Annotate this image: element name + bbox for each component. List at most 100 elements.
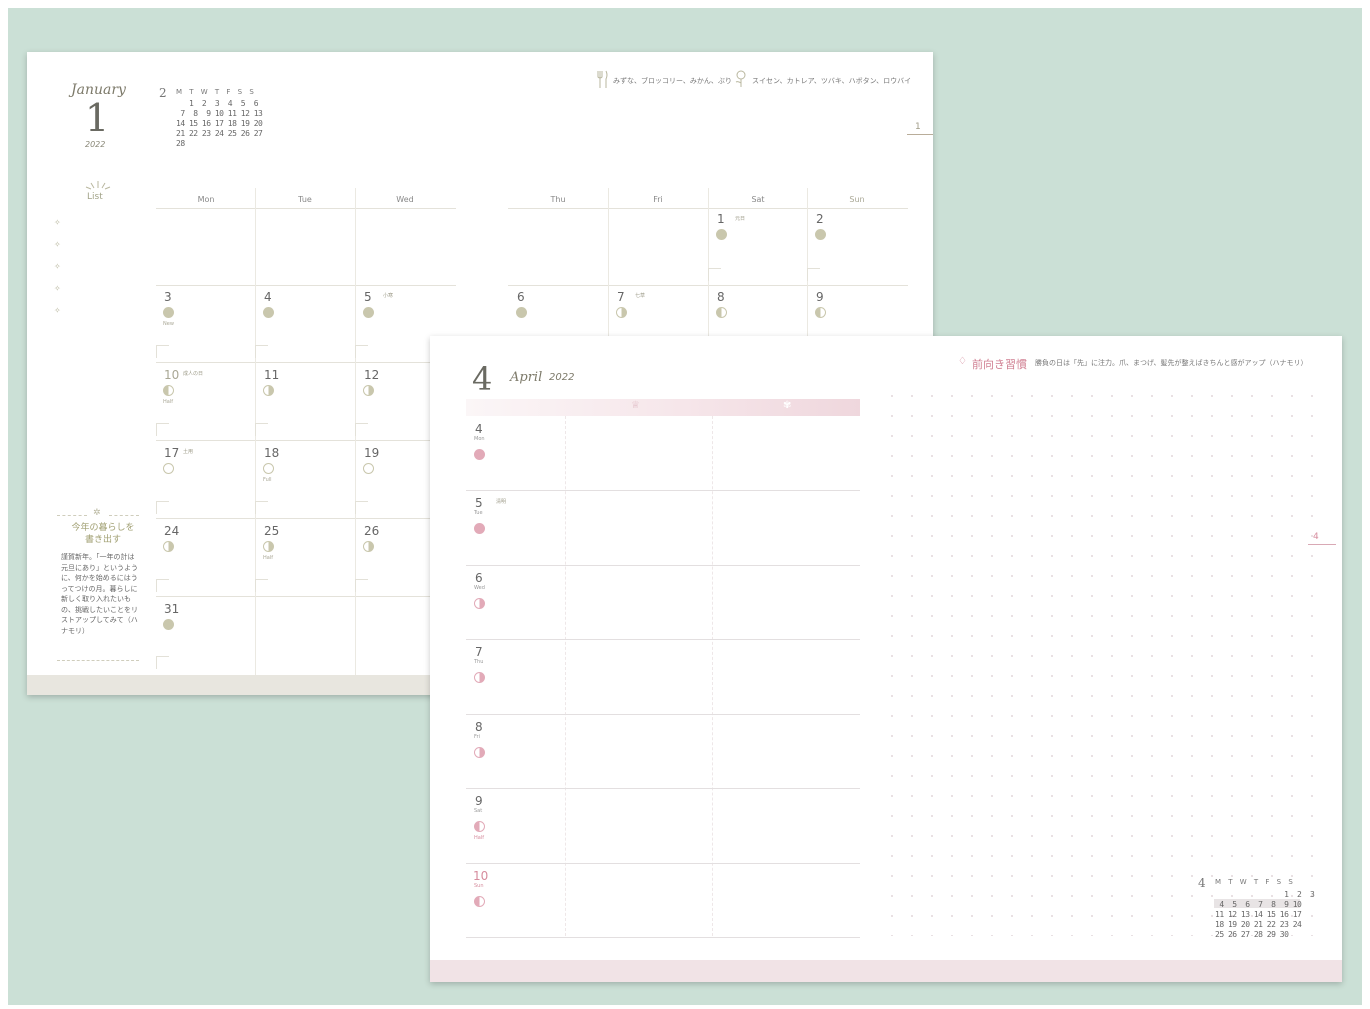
day-number[interactable]: 4: [475, 422, 483, 436]
weekday-header: Sat: [751, 195, 765, 204]
moon-phase-label: New: [163, 321, 174, 327]
moon-phase-label: Half: [163, 399, 173, 405]
day-number[interactable]: 10: [164, 368, 179, 382]
grid-line: [156, 596, 456, 597]
day-number[interactable]: 5: [475, 496, 483, 510]
diamond-icon: ♢: [958, 356, 967, 367]
list-star-icon: ✧: [54, 284, 61, 293]
day-number[interactable]: 26: [364, 524, 379, 538]
day-number[interactable]: 3: [164, 290, 172, 304]
moon-phase-icon: [474, 449, 485, 460]
corner-mark: [156, 656, 169, 669]
moon-phase-label: Half: [263, 555, 273, 561]
corner-mark: [255, 579, 268, 592]
dot-grid-notes[interactable]: [882, 386, 1322, 936]
year: 2022: [549, 372, 575, 383]
grid-line: [608, 188, 609, 338]
moon-phase-icon: [815, 307, 826, 318]
moon-phase-icon: [263, 541, 274, 552]
weekday-header: Thu: [550, 195, 566, 204]
divider: [109, 515, 139, 516]
moon-phase-label: Half: [474, 835, 484, 841]
row-line: [466, 937, 860, 938]
corner-mark: [156, 423, 169, 436]
day-number[interactable]: 7: [475, 645, 483, 659]
moon-phase-icon: [363, 541, 374, 552]
weekday-header: Mon: [197, 195, 215, 204]
day-number[interactable]: 8: [717, 290, 725, 304]
day-number[interactable]: 7: [617, 290, 625, 304]
mini-cal-row: 1 2 3 4 5 6: [176, 99, 259, 108]
day-number[interactable]: 10: [473, 869, 488, 883]
day-number[interactable]: 25: [264, 524, 279, 538]
day-number[interactable]: 24: [164, 524, 179, 538]
column-divider: [565, 416, 566, 936]
month-tab-line: [907, 134, 933, 135]
month-tab-number[interactable]: 1: [915, 122, 921, 132]
month-word: April: [510, 370, 543, 385]
habit-body: 勝負の日は「先」に注力。爪、まつげ、髪先が整えばきちんと感がアップ（ハナモリ）: [1035, 359, 1308, 367]
day-number[interactable]: 18: [264, 446, 279, 460]
crown-icon: ♕: [631, 400, 640, 411]
season-flower: スイセン、カトレア、ツバキ、ハボタン、ロウバイ: [752, 77, 912, 85]
holiday-label: 七草: [635, 293, 646, 299]
list-star-icon: ✧: [54, 218, 61, 227]
day-number[interactable]: 19: [364, 446, 379, 460]
moon-phase-icon: [363, 307, 374, 318]
row-line: [466, 565, 860, 566]
corner-mark: [255, 345, 268, 358]
day-number[interactable]: 2: [816, 212, 824, 226]
holiday-label: 元日: [735, 216, 746, 222]
moon-phase-icon: [474, 896, 485, 907]
day-number[interactable]: 6: [517, 290, 525, 304]
day-number[interactable]: 6: [475, 571, 483, 585]
weekday-label: Thu: [474, 659, 484, 665]
weekday-label: Tue: [474, 510, 483, 516]
row-line: [466, 714, 860, 715]
grid-line: [156, 440, 456, 441]
day-number[interactable]: 9: [475, 794, 483, 808]
corner-mark: [255, 423, 268, 436]
week-header-band: [466, 399, 860, 416]
row-line: [466, 863, 860, 864]
moon-phase-icon: [474, 672, 485, 683]
moon-phase-icon: [163, 385, 174, 396]
day-number[interactable]: 31: [164, 602, 179, 616]
holiday-label: 成人の日: [183, 371, 204, 377]
year: 2022: [85, 140, 106, 149]
month-tab-number[interactable]: 4: [1313, 532, 1319, 542]
holiday-label: 小寒: [383, 293, 394, 299]
flower-icon: [735, 70, 746, 87]
mini-cal-row: 11 12 13 14 15 16 17: [1215, 910, 1302, 919]
day-number[interactable]: 5: [364, 290, 372, 304]
row-line: [466, 788, 860, 789]
holiday-label: 土用: [183, 449, 194, 455]
note-title: 今年の暮らしを 書き出す: [71, 523, 135, 545]
day-number[interactable]: 8: [475, 720, 483, 734]
holiday-label: 清明: [496, 499, 507, 505]
mini-cal-row: 14 15 16 17 18 19 20: [176, 119, 263, 128]
moon-phase-icon: [263, 385, 274, 396]
moon-phase-icon: [474, 747, 485, 758]
list-star-icon: ✧: [54, 262, 61, 271]
day-number[interactable]: 11: [264, 368, 279, 382]
ornament-icon: ✲: [93, 508, 101, 518]
grid-line: [156, 362, 456, 363]
weekday-header: Fri: [653, 195, 663, 204]
weekday-label: Mon: [474, 436, 485, 442]
weekday-header: Tue: [298, 195, 312, 204]
mini-cal-row: 25 26 27 28 29 30: [1215, 930, 1289, 939]
day-number[interactable]: 9: [816, 290, 824, 304]
moon-phase-icon: [263, 307, 274, 318]
day-number[interactable]: 17: [164, 446, 179, 460]
moon-phase-icon: [163, 541, 174, 552]
mini-cal-row: 21 22 23 24 25 26 27: [176, 129, 263, 138]
moon-phase-icon: [815, 229, 826, 240]
mini-cal-month: 2: [159, 86, 167, 100]
day-number[interactable]: 12: [364, 368, 379, 382]
column-divider: [712, 416, 713, 936]
day-number[interactable]: 1: [717, 212, 725, 226]
flower-icon: ✾: [783, 400, 792, 411]
day-number[interactable]: 4: [264, 290, 272, 304]
moon-phase-icon: [163, 463, 174, 474]
